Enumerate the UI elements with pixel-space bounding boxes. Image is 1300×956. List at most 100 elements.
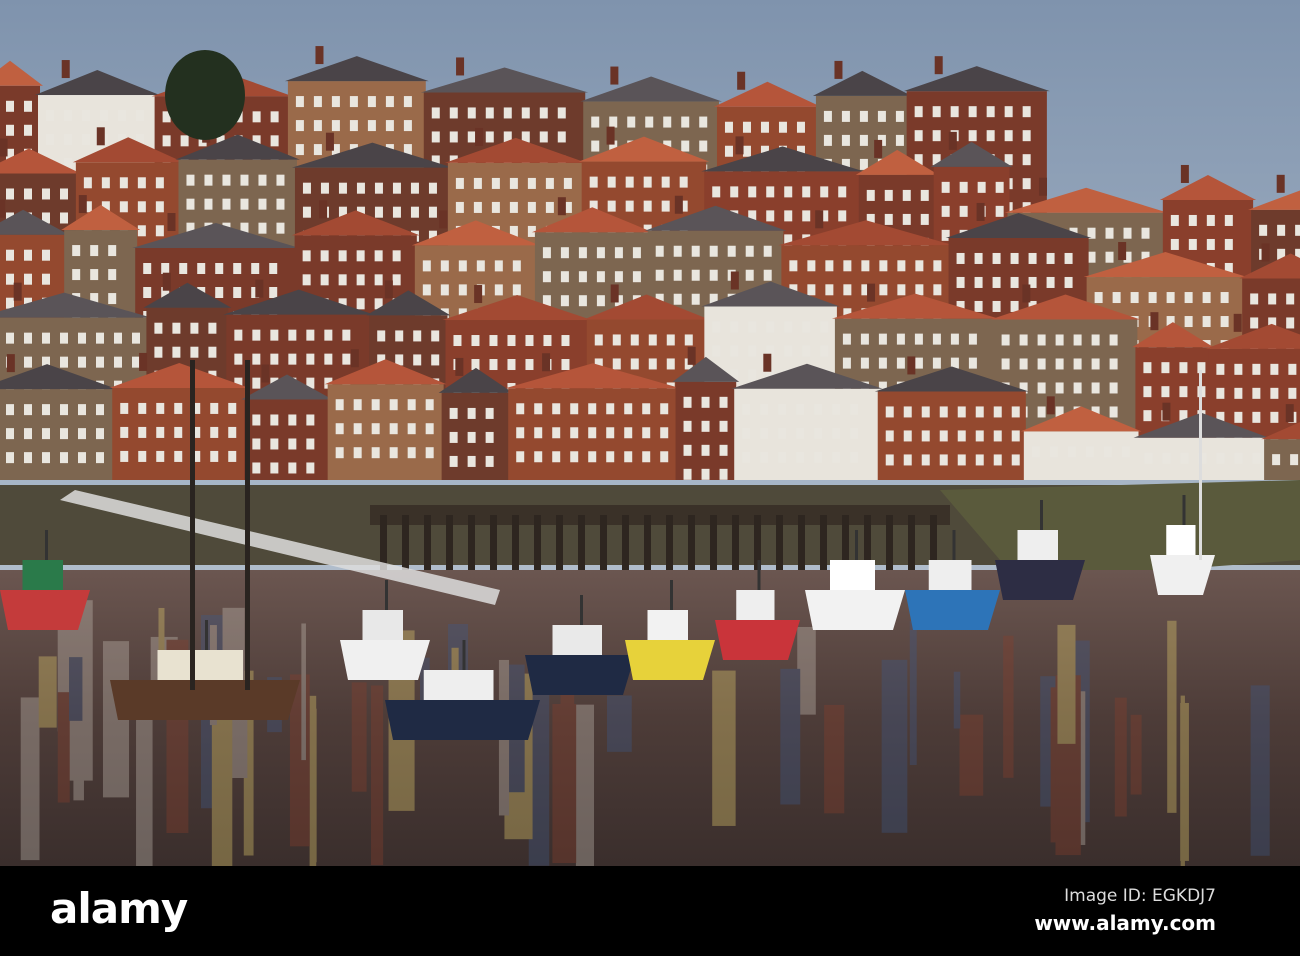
ship-mast xyxy=(245,360,250,690)
window xyxy=(1252,452,1261,464)
window xyxy=(108,293,117,305)
window xyxy=(455,177,464,189)
chimney xyxy=(13,282,22,301)
window xyxy=(986,106,995,118)
window xyxy=(306,329,315,341)
window xyxy=(968,333,977,345)
window xyxy=(701,420,710,432)
window xyxy=(563,177,572,189)
window xyxy=(1010,276,1019,288)
reflection xyxy=(824,704,845,814)
window xyxy=(956,276,965,288)
window xyxy=(72,245,81,257)
window xyxy=(885,406,894,418)
window xyxy=(1234,387,1243,399)
window xyxy=(1022,130,1031,142)
window xyxy=(778,427,787,439)
window xyxy=(1001,334,1010,346)
window xyxy=(24,356,32,368)
window xyxy=(932,106,941,118)
window xyxy=(410,206,419,218)
window xyxy=(60,188,68,200)
chimney xyxy=(78,195,87,214)
window xyxy=(1170,214,1179,226)
boat-cabin xyxy=(1166,525,1196,557)
window xyxy=(760,427,769,439)
window xyxy=(820,186,829,198)
window xyxy=(701,444,710,456)
window xyxy=(730,321,739,333)
window xyxy=(60,356,68,368)
window xyxy=(252,329,261,341)
window xyxy=(974,300,983,312)
window xyxy=(449,455,458,467)
window xyxy=(403,120,412,132)
window xyxy=(542,271,551,283)
window xyxy=(186,174,195,186)
window xyxy=(814,427,823,439)
window xyxy=(719,420,728,432)
window xyxy=(624,451,633,463)
chimney xyxy=(1162,402,1171,421)
window xyxy=(1270,411,1279,423)
window xyxy=(570,427,579,439)
window xyxy=(896,333,905,345)
chimney xyxy=(325,132,334,151)
window xyxy=(784,210,793,222)
window xyxy=(389,447,398,459)
window xyxy=(90,245,99,257)
window xyxy=(1037,358,1046,370)
window xyxy=(431,107,440,119)
window xyxy=(903,454,912,466)
window xyxy=(374,182,383,194)
window xyxy=(24,100,32,112)
window xyxy=(1206,238,1215,250)
window xyxy=(778,403,787,415)
window xyxy=(1031,446,1040,458)
window xyxy=(132,356,140,368)
window xyxy=(802,186,811,198)
boat-mast xyxy=(1040,500,1043,530)
boat-hull xyxy=(905,590,1000,630)
window xyxy=(1073,358,1082,370)
window xyxy=(324,329,333,341)
boat-mast xyxy=(385,580,388,610)
window xyxy=(648,334,657,346)
reflection xyxy=(311,708,317,863)
window xyxy=(745,269,754,281)
window xyxy=(228,450,237,462)
window xyxy=(410,182,419,194)
window xyxy=(1220,292,1229,304)
window xyxy=(467,107,476,119)
chimney xyxy=(1285,404,1294,423)
window xyxy=(624,403,633,415)
window xyxy=(915,260,924,272)
window xyxy=(120,450,129,462)
window xyxy=(356,274,365,286)
boat-mast xyxy=(462,640,466,670)
window xyxy=(660,403,669,415)
window xyxy=(222,198,231,210)
window xyxy=(1188,214,1197,226)
window xyxy=(545,201,554,213)
window xyxy=(476,260,485,272)
window xyxy=(353,447,362,459)
window xyxy=(897,284,906,296)
window xyxy=(719,396,728,408)
window xyxy=(630,358,639,370)
window xyxy=(552,451,561,463)
window xyxy=(1085,446,1094,458)
window xyxy=(313,96,322,108)
window xyxy=(215,263,224,275)
window xyxy=(156,402,165,414)
chimney xyxy=(1038,177,1047,196)
window xyxy=(1073,334,1082,346)
chimney xyxy=(1046,396,1055,415)
window xyxy=(353,399,362,411)
window xyxy=(859,158,868,170)
window xyxy=(288,438,297,450)
window xyxy=(1277,224,1286,236)
window xyxy=(596,247,605,259)
window xyxy=(1010,300,1019,312)
window xyxy=(993,430,1002,442)
